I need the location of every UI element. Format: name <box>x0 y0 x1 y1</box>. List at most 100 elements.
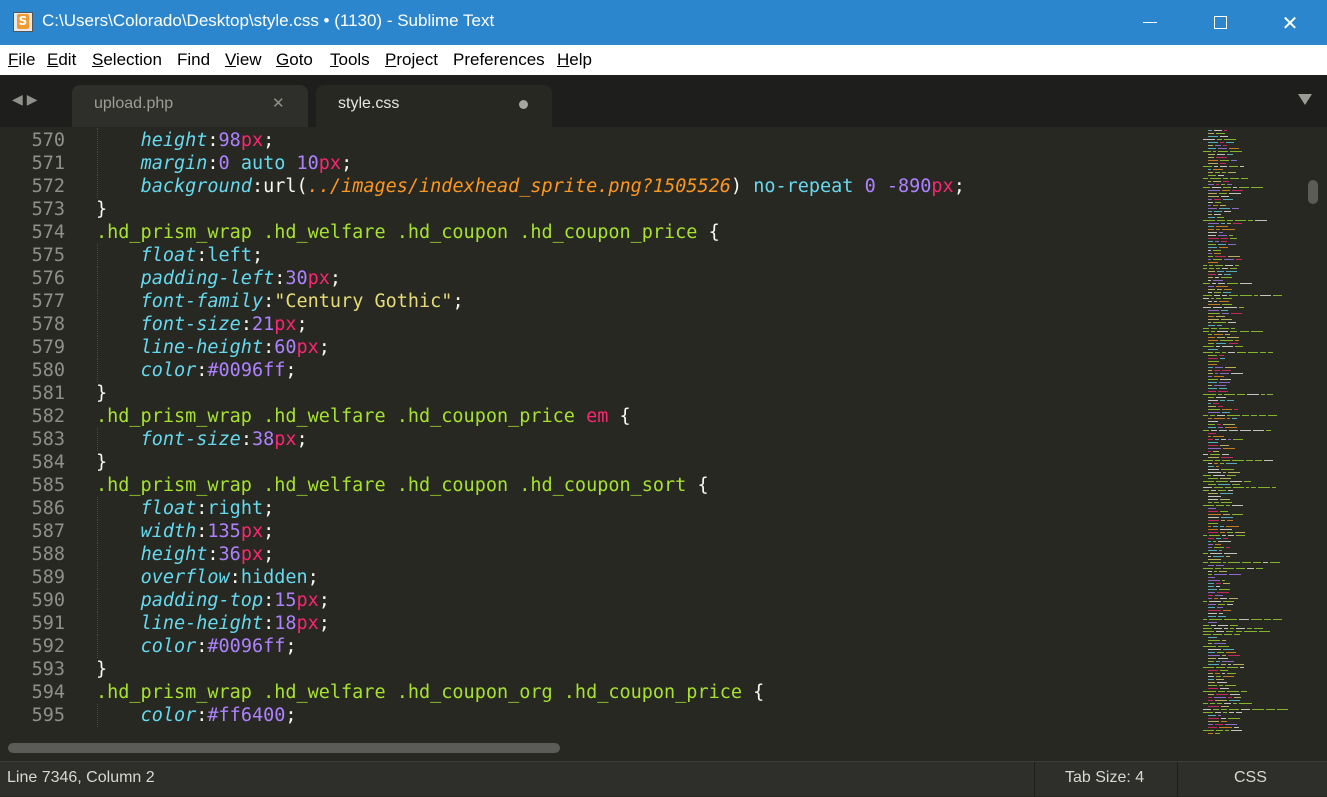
minimap-line <box>1208 604 1216 605</box>
minimap-line <box>1213 205 1219 206</box>
tab-style-css[interactable]: style.css <box>316 85 552 127</box>
minimap-line <box>1208 700 1213 701</box>
minimap-line <box>1227 337 1240 338</box>
vertical-scrollbar-thumb[interactable] <box>1308 180 1318 204</box>
menu-project[interactable]: Project <box>385 50 438 70</box>
code-editor[interactable]: 569 width:134px;570 height:98px;571 marg… <box>0 127 1303 737</box>
menu-preferences[interactable]: Preferences <box>453 50 545 70</box>
minimap-line <box>1216 271 1225 272</box>
minimap-line <box>1261 394 1266 395</box>
menu-find[interactable]: Find <box>177 50 210 70</box>
minimap-line <box>1215 397 1227 398</box>
minimap-line <box>1203 730 1215 731</box>
minimap-line <box>1208 661 1214 662</box>
minimap-line <box>1226 271 1238 272</box>
minimap-line <box>1215 733 1221 734</box>
title-bar[interactable]: S C:\Users\Colorado\Desktop\style.css • … <box>0 0 1327 45</box>
minimap-line <box>1217 331 1229 332</box>
menu-edit[interactable]: Edit <box>47 50 76 70</box>
menu-selection[interactable]: Selection <box>92 50 162 70</box>
minimap-line <box>1224 259 1234 260</box>
menu-goto[interactable]: Goto <box>276 50 313 70</box>
minimap-line <box>1209 268 1214 269</box>
minimap-line <box>1228 322 1237 323</box>
line-code: color:#ff6400; <box>140 705 297 726</box>
line-number: 576 <box>31 268 65 289</box>
minimap-line <box>1208 223 1220 224</box>
minimap-line <box>1215 712 1221 713</box>
line-code: line-height:60px; <box>140 337 330 358</box>
minimap-line <box>1208 607 1215 608</box>
minimap-line <box>1203 712 1214 713</box>
minimap-line <box>1212 187 1221 188</box>
maximize-button[interactable] <box>1197 0 1243 45</box>
line-code: font-family:"Century Gothic"; <box>140 291 464 312</box>
menu-help[interactable]: Help <box>557 50 592 70</box>
minimap-line <box>1265 709 1276 710</box>
minimap-line <box>1214 373 1219 374</box>
menu-file[interactable]: File <box>8 50 35 70</box>
minimap-line <box>1223 424 1236 425</box>
minimap-line <box>1239 667 1244 668</box>
minimap-line <box>1241 415 1250 416</box>
minimap-line <box>1215 724 1224 725</box>
close-icon: ✕ <box>1281 10 1299 35</box>
minimap-line <box>1208 583 1214 584</box>
line-number: 587 <box>31 521 65 542</box>
syntax-indicator[interactable]: CSS <box>1234 769 1267 787</box>
horizontal-scrollbar[interactable] <box>0 737 1327 761</box>
menu-view[interactable]: View <box>225 50 262 70</box>
minimap-line <box>1214 145 1222 146</box>
minimap-line <box>1223 289 1233 290</box>
minimap-line <box>1216 538 1222 539</box>
minimap-line <box>1208 334 1212 335</box>
minimap-line <box>1208 325 1215 326</box>
minimap-line <box>1247 568 1254 569</box>
minimap[interactable] <box>1202 130 1302 734</box>
minimap-line <box>1203 415 1209 416</box>
close-button[interactable]: ✕ <box>1267 0 1313 45</box>
line-number: 577 <box>31 291 65 312</box>
minimize-button[interactable] <box>1127 0 1173 45</box>
minimap-line <box>1213 169 1224 170</box>
tab-list-dropdown-icon[interactable] <box>1298 94 1312 105</box>
minimap-line <box>1203 505 1214 506</box>
minimap-line <box>1237 352 1246 353</box>
minimap-line <box>1232 487 1244 488</box>
minimap-line <box>1208 229 1214 230</box>
line-number: 593 <box>31 659 65 680</box>
minimap-line <box>1208 688 1219 689</box>
minimap-line <box>1214 595 1223 596</box>
minimap-line <box>1208 520 1219 521</box>
menu-tools[interactable]: Tools <box>330 50 370 70</box>
line-code: } <box>96 659 108 680</box>
minimap-line <box>1239 331 1249 332</box>
minimap-line <box>1217 415 1226 416</box>
minimap-line <box>1208 697 1213 698</box>
minimap-line <box>1253 295 1259 296</box>
minimap-line <box>1222 712 1228 713</box>
minimap-line <box>1208 652 1215 653</box>
tab-close-icon[interactable]: ✕ <box>272 94 285 112</box>
tab-upload-php[interactable]: upload.php ✕ <box>72 85 308 127</box>
minimap-line <box>1233 697 1241 698</box>
minimap-line <box>1213 250 1221 251</box>
minimap-line <box>1208 184 1214 185</box>
minimap-line <box>1231 505 1243 506</box>
tab-nav-arrows-icon[interactable]: ◀▶ <box>12 92 42 108</box>
minimap-line <box>1208 310 1219 311</box>
minimap-line <box>1208 559 1221 560</box>
minimap-line <box>1216 730 1223 731</box>
minimap-line <box>1208 649 1221 650</box>
minimap-line <box>1213 334 1224 335</box>
minimap-line <box>1208 640 1221 641</box>
tab-size-indicator[interactable]: Tab Size: 4 <box>1065 769 1144 787</box>
minimap-line <box>1208 190 1220 191</box>
horizontal-scrollbar-thumb[interactable] <box>8 743 560 753</box>
minimap-line <box>1218 247 1228 248</box>
unsaved-dot-icon[interactable] <box>519 100 528 109</box>
minimap-line <box>1226 283 1238 284</box>
minimap-line <box>1224 685 1237 686</box>
vertical-scrollbar[interactable] <box>1303 127 1327 737</box>
minimap-line <box>1221 184 1226 185</box>
